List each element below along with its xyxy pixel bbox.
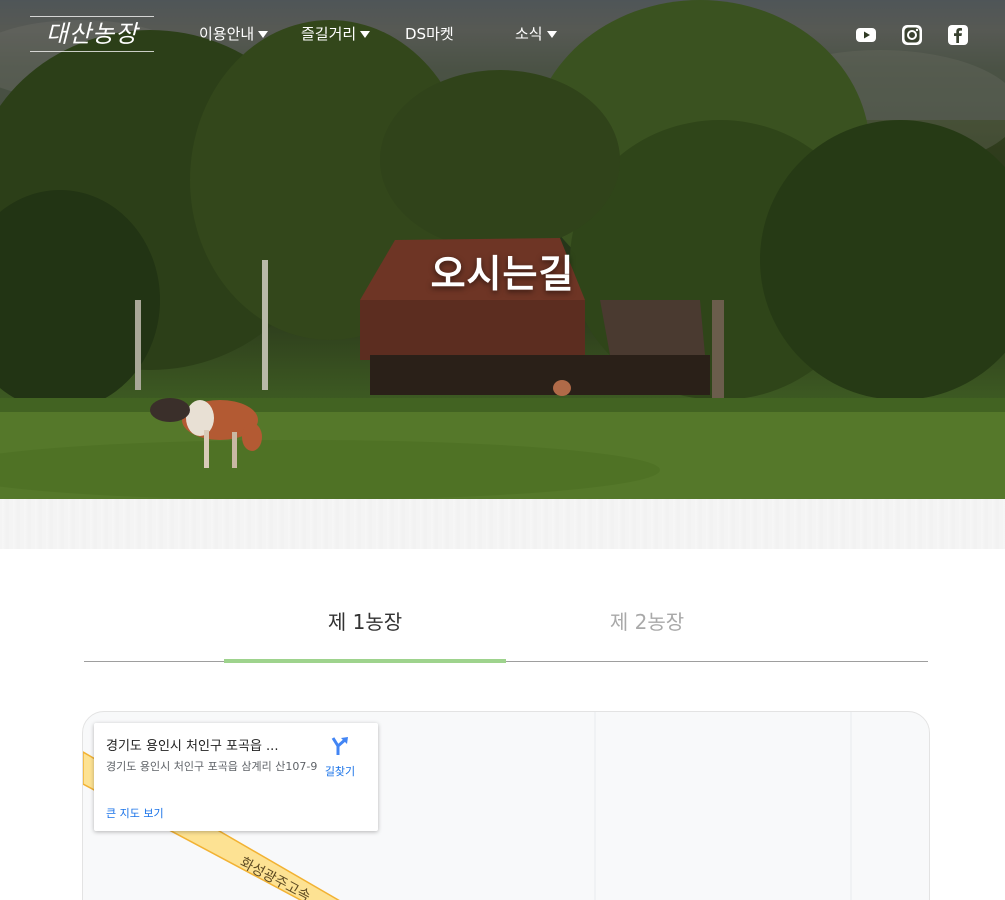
larger-map-link[interactable]: 큰 지도 보기 xyxy=(106,805,164,821)
nav-item-label: DS마켓 xyxy=(405,25,454,43)
place-title: 경기도 용인시 처인구 포곡읍 ... xyxy=(106,739,279,754)
paper-divider xyxy=(0,499,1005,549)
facebook-icon[interactable] xyxy=(947,24,969,46)
directions-icon xyxy=(331,737,348,755)
page-title: 오시는길 xyxy=(430,252,575,296)
youtube-icon[interactable] xyxy=(855,24,877,46)
nav-item-market[interactable]: DS마켓 xyxy=(405,24,454,44)
hero-banner: 오시는길 xyxy=(0,0,1005,499)
place-info-card: 경기도 용인시 처인구 포곡읍 ... 경기도 용인시 처인구 포곡읍 삼계리 … xyxy=(94,723,378,831)
nav-item-guide[interactable]: 이용안내 xyxy=(199,24,269,44)
caret-down-icon xyxy=(258,31,269,38)
nav-item-news[interactable]: 소식 xyxy=(515,24,557,44)
nav-item-label: 이용안내 xyxy=(199,25,255,43)
tab-active-indicator xyxy=(224,659,506,663)
site-logo[interactable]: 대산농장 xyxy=(30,16,154,52)
nav-item-label: 즐길거리 xyxy=(301,25,357,43)
tab-farm-1[interactable]: 제 1농장 xyxy=(224,606,506,635)
nav-item-label: 소식 xyxy=(515,25,543,43)
top-navigation: 대산농장 이용안내 즐길거리 DS마켓 소식 xyxy=(0,0,1005,70)
nav-item-activities[interactable]: 즐길거리 xyxy=(301,24,371,44)
directions-button[interactable]: 길찾기 xyxy=(318,735,362,779)
caret-down-icon xyxy=(546,31,557,38)
caret-down-icon xyxy=(360,31,371,38)
tabs-divider xyxy=(84,661,928,662)
directions-label: 길찾기 xyxy=(324,765,356,778)
instagram-icon[interactable] xyxy=(901,24,923,46)
place-address: 경기도 용인시 처인구 포곡읍 삼계리 산107-9 xyxy=(106,760,318,773)
tab-farm-2[interactable]: 제 2농장 xyxy=(506,606,788,635)
